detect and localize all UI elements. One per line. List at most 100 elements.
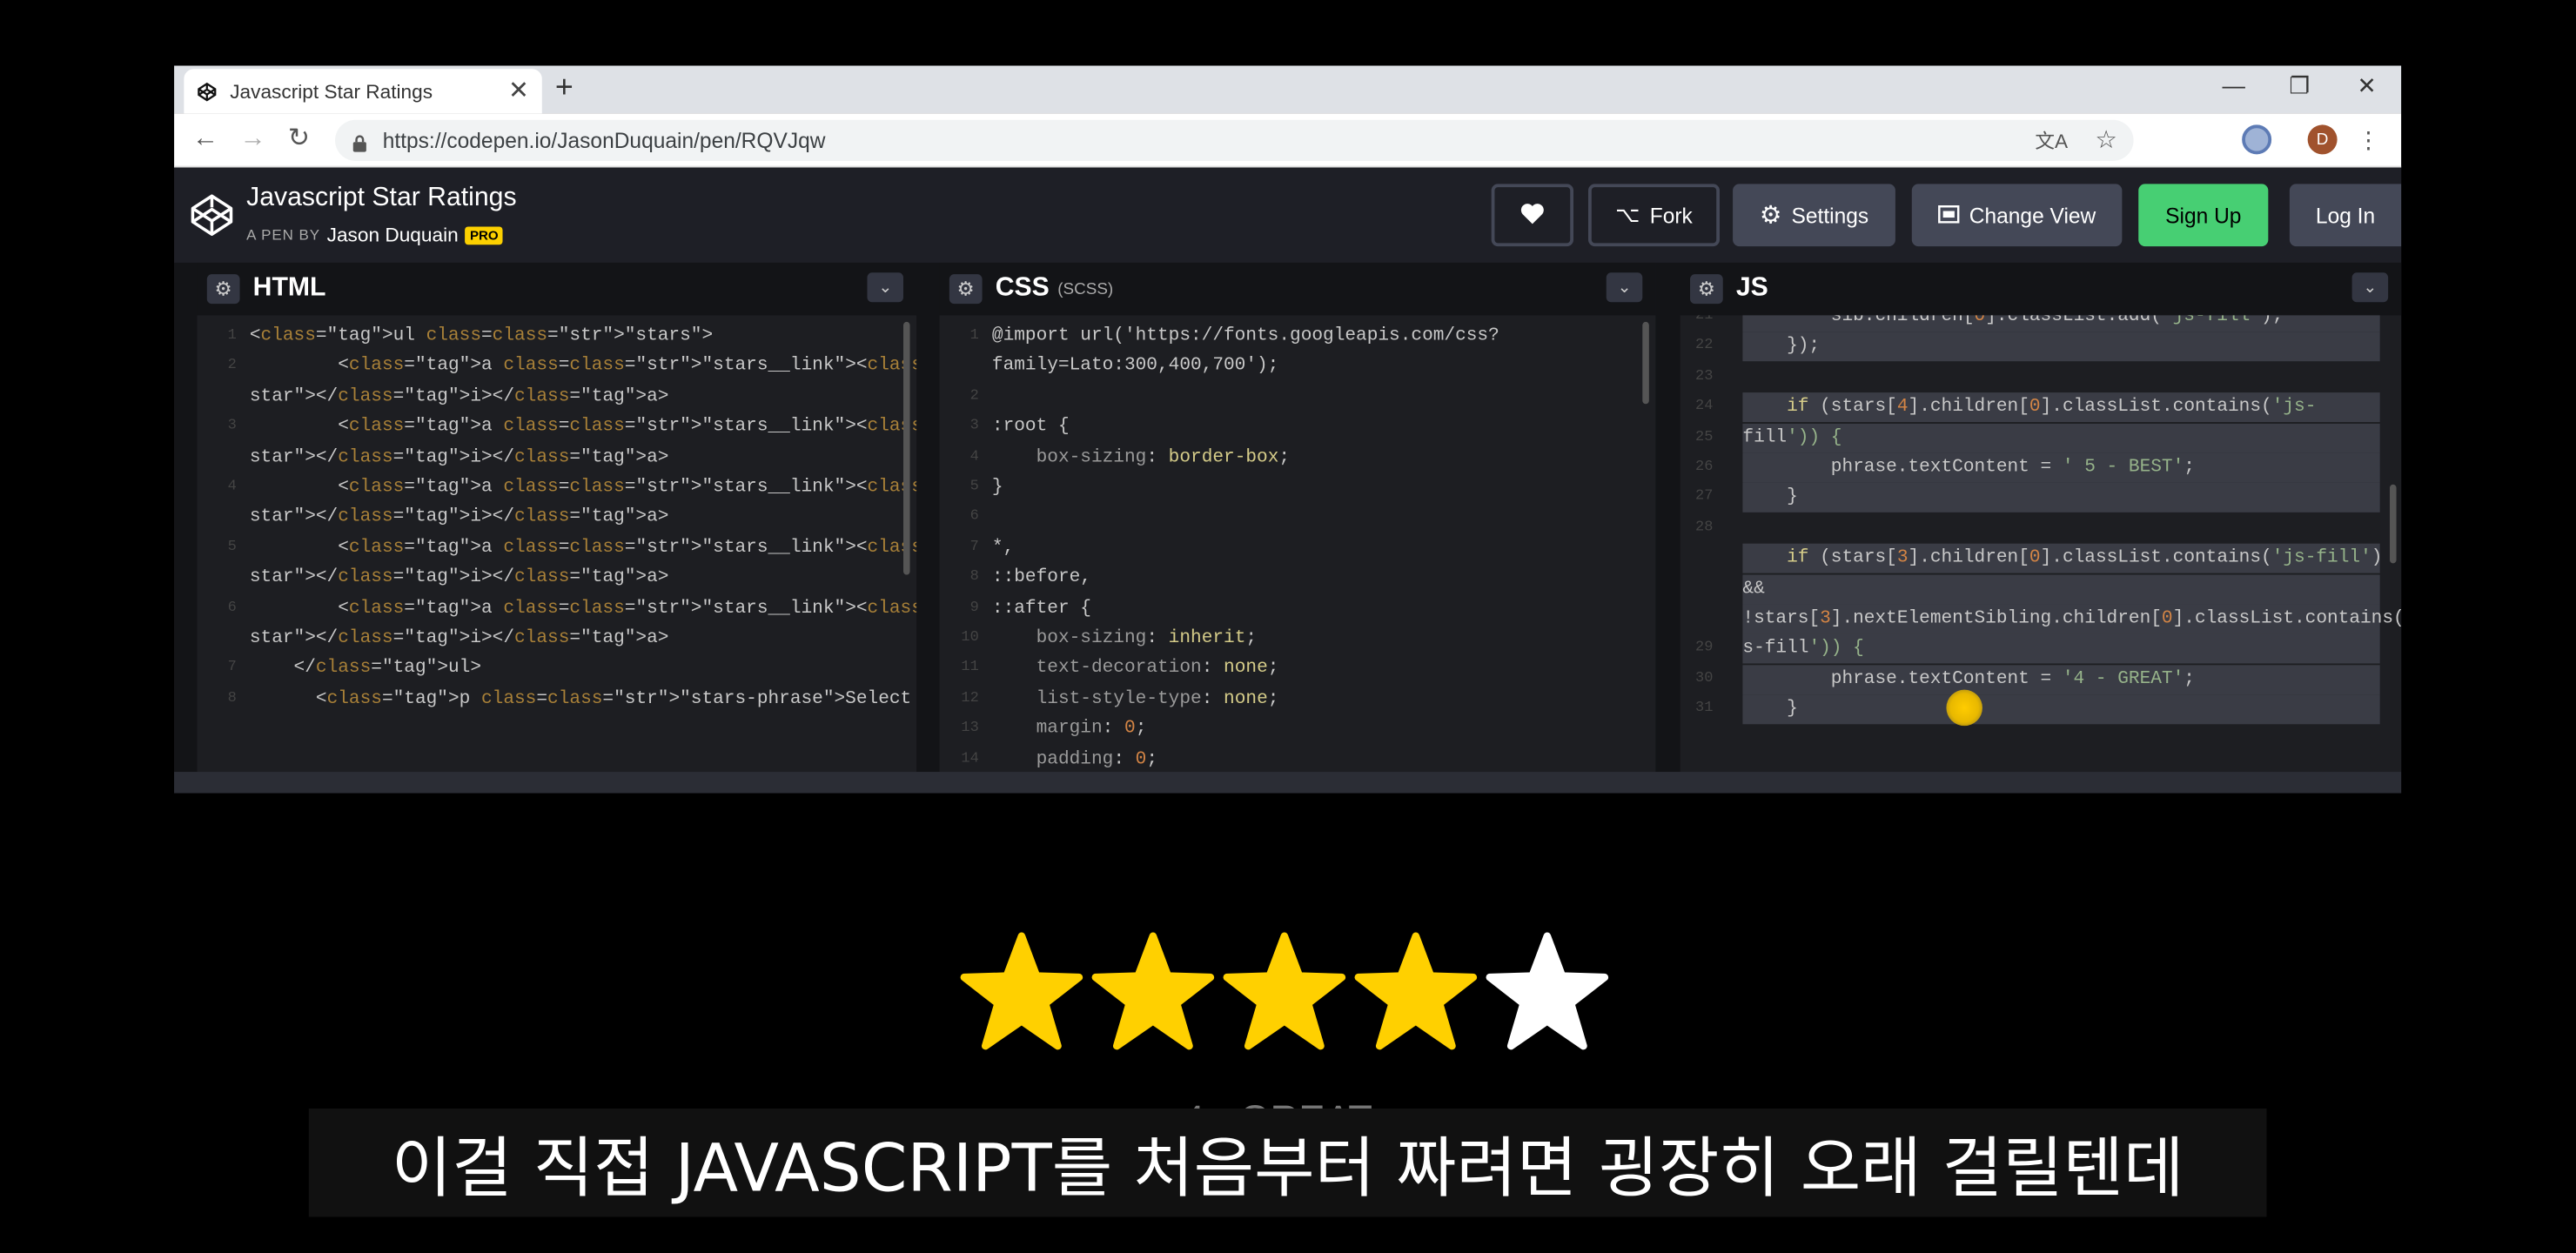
window-close-icon[interactable]: ✕ [2351, 72, 2384, 100]
browser-toolbar: ← → ↻ https://codepen.io/JasonDuquain/pe… [174, 113, 2402, 168]
html-code-area[interactable]: 1 <class="tag">ul class=class="str">"star… [197, 315, 917, 772]
star-filled-icon[interactable] [1090, 931, 1215, 1055]
line-number: 7 [969, 538, 979, 555]
line-number: 2 [227, 357, 237, 374]
browser-tab[interactable]: Javascript Star Ratings ✕ [184, 69, 542, 114]
change-view-button[interactable]: Change View [1911, 184, 2123, 247]
star-filled-icon[interactable] [959, 931, 1083, 1055]
line-number: 8 [969, 568, 979, 586]
tab-strip: Javascript Star Ratings ✕ + — ❐ ✕ [174, 65, 2402, 114]
bookmark-star-icon[interactable]: ☆ [2095, 124, 2116, 154]
line-number: 26 [1695, 458, 1714, 475]
maximize-icon[interactable]: ❐ [2283, 72, 2316, 100]
code-line: <class="tag">a class=class="str">"stars_… [249, 417, 916, 438]
code-line: if (stars[3].children[0].classList.conta… [1742, 544, 2382, 574]
css-collapse-button[interactable]: ⌄ [1606, 272, 1643, 303]
extension-icon[interactable] [2242, 124, 2272, 155]
code-line: fill')) { [1742, 423, 2380, 453]
change-view-label: Change View [1969, 203, 2096, 228]
code-line: } [991, 478, 1003, 498]
js-editor: ⚙ JS ⌄ 21 sib.children[0].classList.add(… [1680, 262, 2402, 773]
css-editor-label: CSS [995, 274, 1050, 303]
star-filled-icon[interactable] [1222, 931, 1346, 1055]
line-number: 22 [1695, 337, 1714, 354]
line-number: 30 [1695, 669, 1714, 687]
js-settings-button[interactable]: ⚙ [1690, 274, 1723, 305]
browser-window: Javascript Star Ratings ✕ + — ❐ ✕ ← → ↻ … [174, 65, 2402, 794]
html-collapse-button[interactable]: ⌄ [867, 272, 904, 303]
editors-area: ⚙ HTML ⌄ 1 <class="tag">ul class=class="s… [174, 262, 2402, 773]
line-number: 10 [961, 628, 979, 646]
star-filled-icon[interactable] [1353, 931, 1478, 1055]
line-number: 6 [227, 599, 237, 615]
code-line: star"></class="tag">i></class="tag">a> [249, 507, 669, 528]
codepen-favicon-icon [197, 81, 217, 101]
profile-avatar[interactable]: D [2307, 124, 2338, 155]
code-line: <class="tag">ul class=class="str">"stars… [249, 326, 714, 347]
line-number: 21 [1695, 315, 1714, 324]
js-editor-header: ⚙ JS ⌄ [1680, 262, 2402, 316]
menu-kebab-icon[interactable]: ⋮ [2352, 124, 2385, 154]
line-number: 4 [969, 447, 979, 465]
line-number: 25 [1695, 427, 1714, 445]
code-line: :root { [991, 417, 1070, 438]
html-scrollbar[interactable] [903, 321, 910, 575]
line-number: 7 [227, 659, 237, 676]
line-number: 11 [961, 659, 979, 676]
back-icon[interactable]: ← [189, 124, 222, 154]
pro-badge: PRO [465, 225, 504, 245]
code-line: <class="tag">a class=class="str">"stars_… [249, 599, 916, 619]
css-code-area[interactable]: 1 @import url('https://fonts.googleapis.c… [940, 315, 1656, 772]
star-empty-icon[interactable] [1485, 931, 1609, 1055]
line-number: 12 [961, 689, 979, 707]
log-in-button[interactable]: Log In [2289, 184, 2402, 247]
line-number: 27 [1695, 488, 1714, 506]
new-tab-icon[interactable]: + [555, 71, 574, 105]
translate-icon[interactable]: 文A [2035, 126, 2068, 154]
line-number: 5 [227, 538, 237, 555]
gear-icon: ⚙ [1697, 277, 1716, 301]
codepen-header: Javascript Star Ratings A PEN BY Jason D… [174, 167, 2402, 263]
code-line: margin: 0; [1036, 719, 1147, 740]
video-frame: Javascript Star Ratings ✕ + — ❐ ✕ ← → ↻ … [0, 0, 2576, 1253]
heart-button[interactable] [1491, 184, 1574, 247]
code-line: phrase.textContent = '4 - GREAT'; [1742, 664, 2380, 694]
code-line: padding: 0; [1036, 749, 1158, 770]
css-settings-button[interactable]: ⚙ [949, 274, 983, 305]
forward-icon[interactable]: → [237, 124, 270, 154]
code-line: <class="tag">a class=class="str">"stars_… [249, 478, 916, 498]
line-number: 3 [227, 417, 237, 434]
minimize-icon[interactable]: — [2217, 72, 2251, 98]
sign-up-button[interactable]: Sign Up [2138, 184, 2269, 247]
html-settings-button[interactable]: ⚙ [206, 274, 240, 305]
css-editor: ⚙ CSS (SCSS) ⌄ 1 @import url('https://fon… [939, 262, 1656, 773]
address-bar[interactable]: https://codepen.io/JasonDuquain/pen/RQVJ… [335, 119, 2134, 161]
js-collapse-button[interactable]: ⌄ [2351, 272, 2389, 303]
code-line: } [1742, 694, 2380, 725]
reload-icon[interactable]: ↻ [283, 124, 316, 154]
css-scrollbar[interactable] [1642, 321, 1649, 405]
fork-button[interactable]: ⌥ Fork [1588, 184, 1720, 247]
html-editor-header: ⚙ HTML ⌄ [197, 262, 917, 316]
line-number: 4 [227, 478, 237, 495]
js-scrollbar[interactable] [2390, 484, 2397, 564]
editor-bottom-bar [174, 772, 2402, 794]
codepen-logo-icon[interactable] [189, 192, 235, 238]
line-number: 3 [969, 417, 979, 434]
code-line: }); [1742, 332, 2380, 362]
layout-icon [1938, 203, 1960, 227]
fork-label: Fork [1649, 203, 1693, 228]
line-number: 5 [969, 478, 979, 495]
mouse-cursor-highlight [1946, 689, 1982, 727]
fork-icon: ⌥ [1615, 202, 1640, 227]
tab-close-icon[interactable]: ✕ [508, 79, 529, 104]
line-number: 13 [961, 719, 979, 736]
js-code-area[interactable]: 21 sib.children[0].classList.add('js-fil… [1680, 315, 2401, 772]
settings-button[interactable]: ⚙ Settings [1733, 184, 1895, 247]
code-line: family=Lato:300,400,700'); [991, 357, 1279, 377]
pen-title[interactable]: Javascript Star Ratings [246, 184, 516, 213]
code-line: box-sizing: border-box; [1036, 447, 1291, 468]
code-line: <class="tag">a class=class="str">"stars_… [249, 538, 916, 559]
line-number: 14 [961, 749, 979, 767]
author-link[interactable]: Jason Duquain [327, 224, 459, 246]
